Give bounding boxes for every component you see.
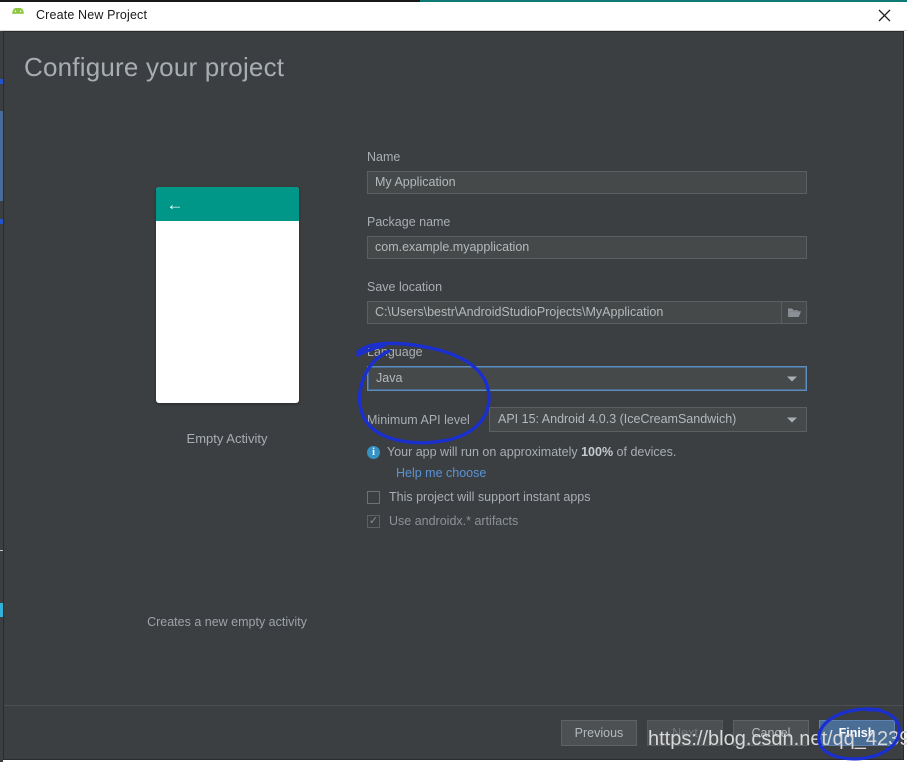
check-icon: ✓ [368, 514, 379, 527]
window-titlebar: Create New Project [0, 0, 907, 31]
field-package-name: Package name com.example.myapplication [367, 215, 809, 259]
chevron-down-icon [787, 417, 797, 422]
folder-open-icon[interactable] [781, 302, 806, 323]
androidx-label: Use androidx.* artifacts [389, 514, 519, 528]
name-input[interactable]: My Application [367, 171, 807, 194]
device-coverage-note: i Your app will run on approximately 100… [367, 445, 809, 459]
info-icon: i [367, 446, 380, 459]
min-api-level-value: API 15: Android 4.0.3 (IceCreamSandwich) [498, 412, 737, 426]
field-save-location: Save location C:\Users\bestr\AndroidStud… [367, 280, 809, 324]
package-name-label: Package name [367, 215, 451, 229]
package-name-input[interactable]: com.example.myapplication [367, 236, 807, 259]
save-location-label: Save location [367, 280, 443, 294]
template-preview: ← Empty Activity [104, 187, 350, 446]
page-title: Configure your project [24, 52, 285, 82]
instant-apps-label: This project will support instant apps [389, 490, 591, 504]
androidx-row[interactable]: ✓ Use androidx.* artifacts [367, 514, 809, 528]
phone-mockup: ← [155, 187, 299, 403]
language-label: Language [367, 345, 423, 359]
arrow-left-icon: ← [166, 194, 184, 214]
min-api-level-label: Minimum API level [367, 412, 470, 427]
min-api-level-dropdown[interactable]: API 15: Android 4.0.3 (IceCreamSandwich) [489, 407, 807, 432]
save-location-input[interactable]: C:\Users\bestr\AndroidStudioProjects\MyA… [367, 301, 807, 324]
phone-appbar: ← [155, 187, 299, 221]
template-description: Creates a new empty activity [147, 615, 307, 629]
previous-button[interactable]: Previous [561, 720, 637, 746]
help-me-choose-link[interactable]: Help me choose [396, 466, 809, 480]
close-icon[interactable] [861, 0, 907, 31]
field-min-api-level: Minimum API level API 15: Android 4.0.3 … [367, 407, 809, 432]
name-label: Name [367, 150, 401, 164]
device-note-prefix: Your app will run on approximately [387, 445, 582, 459]
device-note-percent: 100% [581, 445, 614, 459]
androidx-checkbox[interactable]: ✓ [367, 514, 380, 528]
field-name: Name My Application [367, 150, 809, 194]
template-name: Empty Activity [186, 431, 268, 446]
android-robot-icon [9, 6, 27, 24]
create-new-project-dialog: Configure your project ← Empty Activity … [3, 31, 904, 760]
device-note-suffix: of devices. [613, 445, 677, 459]
language-dropdown[interactable]: Java [367, 366, 807, 391]
watermark-text: https://blog.csdn.net/qq_42391248 [648, 728, 907, 750]
field-language: Language Java [367, 345, 809, 391]
titlebar-accent-dark [0, 0, 420, 2]
project-config-form: Name My Application Package name com.exa… [367, 150, 809, 528]
window-title: Create New Project [36, 8, 148, 22]
chevron-down-icon [787, 376, 797, 381]
dialog-body: Configure your project ← Empty Activity … [4, 32, 903, 705]
instant-apps-row[interactable]: This project will support instant apps [367, 490, 809, 504]
instant-apps-checkbox[interactable] [367, 490, 380, 504]
language-value: Java [376, 371, 403, 385]
